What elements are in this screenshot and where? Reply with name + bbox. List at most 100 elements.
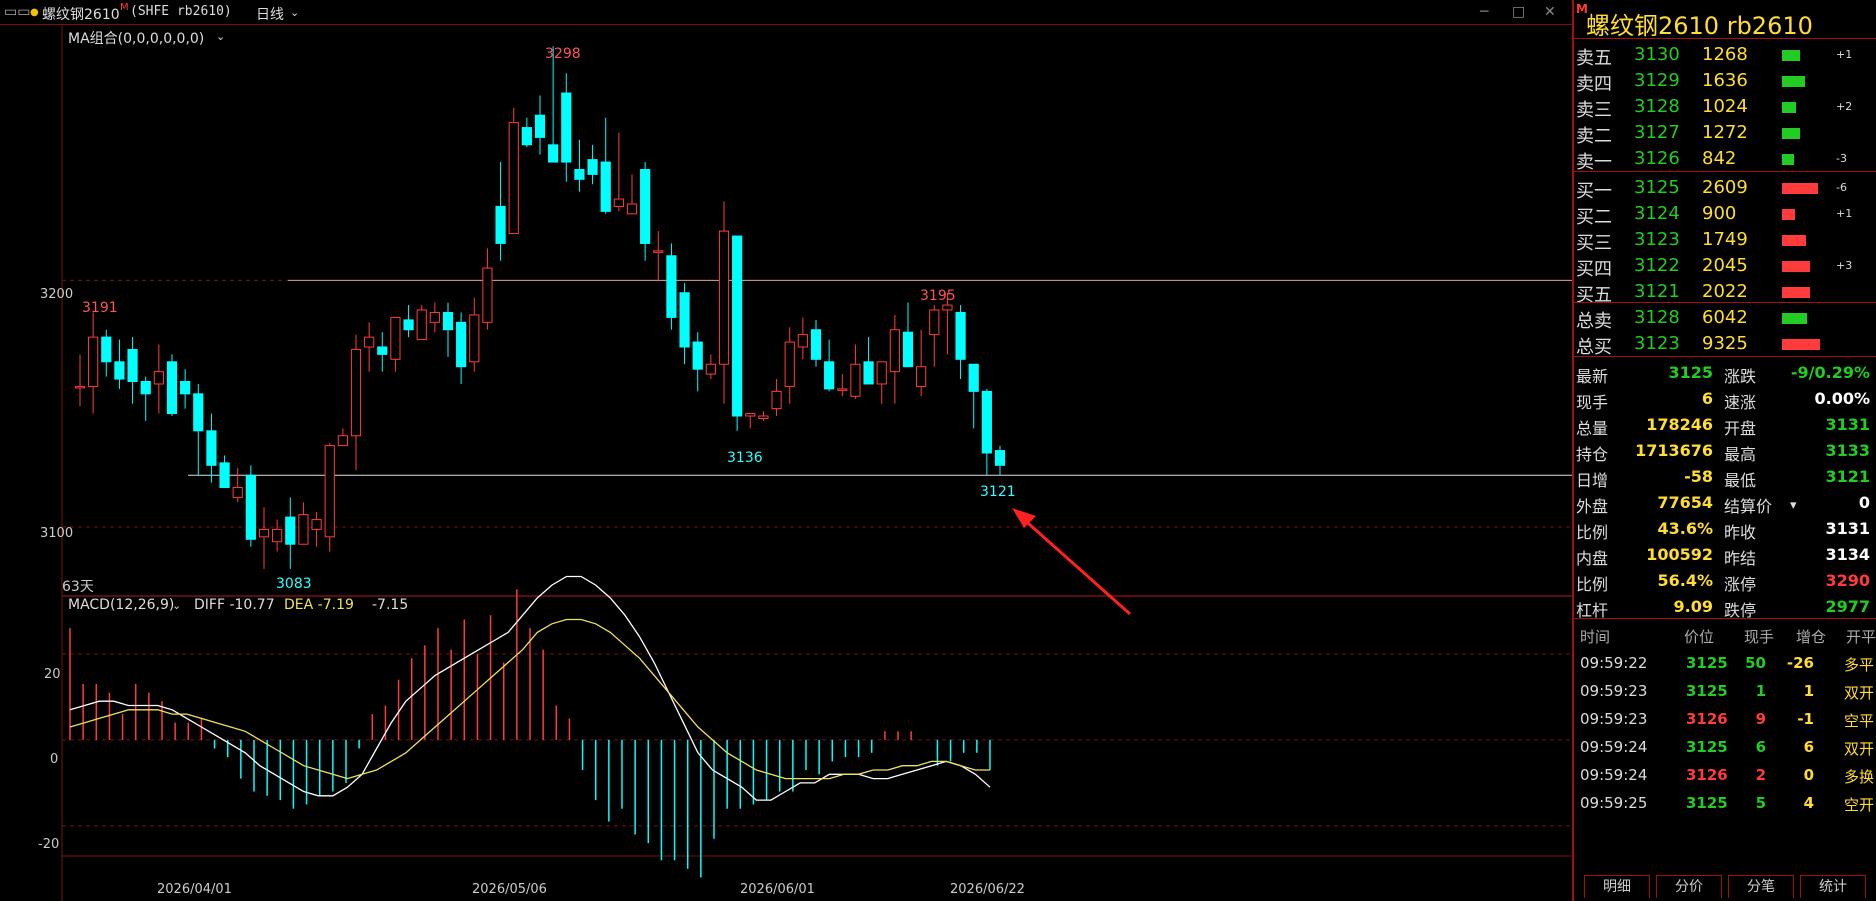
- ask-level[interactable]: 卖一 3126 842 -3: [1574, 146, 1876, 173]
- info-row: 日增 -58 最低 3121: [1574, 464, 1876, 490]
- ask-price: 3126: [1634, 148, 1680, 169]
- candle-down: [732, 235, 743, 417]
- bid-price: 3121: [1634, 281, 1680, 302]
- candle-down: [377, 346, 388, 355]
- kline-chart[interactable]: MA组合(0,0,0,0,0,0) ⌄ 63天 MACD(12,26,9) ⌄ …: [0, 24, 1580, 901]
- ask-volume: 1268: [1702, 44, 1748, 65]
- candle-up: [88, 336, 99, 387]
- info-value: 3131: [1825, 519, 1870, 538]
- period-select[interactable]: 日线: [256, 4, 284, 24]
- ask-label: 卖三: [1576, 100, 1612, 121]
- ask-level[interactable]: 卖三 3128 1024 +2: [1574, 94, 1876, 121]
- low-price-label: 3083: [276, 576, 312, 592]
- trade-type: 多换: [1844, 768, 1875, 786]
- info-value: 6: [1701, 389, 1713, 408]
- days-label: 63天: [62, 579, 94, 595]
- candle-down: [640, 168, 651, 244]
- total-label: 总卖: [1576, 311, 1612, 332]
- candle-down: [692, 341, 703, 370]
- trade-type: 双开: [1844, 740, 1875, 758]
- candle-down: [456, 321, 467, 368]
- candle-down: [245, 474, 256, 540]
- candle-down: [521, 127, 532, 146]
- ask-delta: -3: [1836, 152, 1847, 165]
- candle-up: [390, 316, 401, 360]
- minimize-icon[interactable]: ─: [1480, 4, 1488, 20]
- trade-row[interactable]: 09:59:25 3125 5 4 空开: [1574, 790, 1876, 818]
- bid-level[interactable]: 买四 3122 2045 +3: [1574, 253, 1876, 280]
- candle-up: [298, 514, 309, 545]
- ask-level[interactable]: 卖二 3127 1272: [1574, 120, 1876, 147]
- x-tick-0622: 2026/06/22: [950, 882, 1025, 897]
- macd-label[interactable]: MACD(12,26,9): [68, 597, 174, 613]
- trade-row[interactable]: 09:59:23 3126 9 -1 空平: [1574, 706, 1876, 734]
- trade-row[interactable]: 09:59:24 3126 2 0 多换: [1574, 762, 1876, 790]
- bid-volume-bar: [1782, 287, 1810, 298]
- tab-2[interactable]: 分笔: [1728, 875, 1794, 898]
- info-value: -9/0.29%: [1790, 363, 1870, 382]
- ask-volume: 842: [1702, 148, 1737, 169]
- arrow-head: [1012, 508, 1036, 528]
- candle-down: [442, 311, 454, 331]
- candle-down: [219, 462, 230, 489]
- info-key: 昨结: [1724, 549, 1757, 568]
- chevron-down-icon[interactable]: ⌄: [172, 599, 181, 612]
- ask-volume: 1272: [1702, 122, 1748, 143]
- bid-volume-bar: [1782, 209, 1795, 220]
- bid-volume: 900: [1702, 203, 1737, 224]
- trade-row[interactable]: 09:59:24 3125 6 6 双开: [1574, 734, 1876, 762]
- ask-price: 3127: [1634, 122, 1680, 143]
- trade-price: 3125: [1686, 654, 1728, 672]
- chevron-down-icon[interactable]: ⌄: [290, 6, 299, 19]
- trade-type: 双开: [1844, 684, 1875, 702]
- trade-row[interactable]: 09:59:22 3125 50 -26 多平: [1574, 650, 1876, 678]
- info-row: 外盘 77654 结算价 0: [1574, 490, 1876, 516]
- info-key: 开盘: [1724, 419, 1757, 438]
- x-tick-0601: 2026/06/01: [740, 882, 815, 897]
- bid-level[interactable]: 买三 3123 1749: [1574, 227, 1876, 254]
- info-value: 9.09: [1673, 597, 1713, 616]
- info-value: 3131: [1825, 415, 1870, 434]
- candle-up: [350, 348, 362, 437]
- candle-up: [469, 314, 480, 363]
- close-icon[interactable]: ✕: [1544, 4, 1556, 20]
- tab-3[interactable]: 统计: [1800, 875, 1866, 898]
- info-value: -58: [1684, 467, 1713, 486]
- annotation-arrow: [1019, 514, 1131, 616]
- ask-level[interactable]: 卖五 3130 1268 +1: [1574, 42, 1876, 69]
- info-value: 178246: [1646, 415, 1713, 434]
- info-value: 0: [1858, 493, 1870, 512]
- candle-down: [679, 292, 690, 348]
- candle-up: [745, 413, 756, 417]
- ma-label[interactable]: MA组合(0,0,0,0,0,0): [68, 28, 204, 48]
- candle-down: [285, 516, 296, 545]
- trade-row[interactable]: 09:59:23 3125 1 1 双开: [1574, 678, 1876, 706]
- info-row: 总量 178246 开盘 3131: [1574, 412, 1876, 438]
- chart-canvas[interactable]: [0, 24, 1580, 901]
- trade-qty: 6: [1755, 738, 1766, 756]
- macd-tick-neg20: -20: [38, 837, 60, 852]
- chevron-down-icon[interactable]: ▾: [1790, 498, 1797, 513]
- bid-volume-bar: [1782, 261, 1810, 272]
- bid-level[interactable]: 买一 3125 2609 -6: [1574, 175, 1876, 202]
- candle-down: [968, 363, 979, 392]
- ask-level[interactable]: 卖四 3129 1636: [1574, 68, 1876, 95]
- tab-1[interactable]: 分价: [1656, 875, 1722, 898]
- total-price: 3123: [1634, 333, 1680, 354]
- info-key: 涨跌: [1724, 367, 1757, 386]
- candle-down: [193, 393, 204, 432]
- info-value: 56.4%: [1657, 571, 1713, 590]
- trades-column-header: 开平: [1846, 628, 1876, 646]
- trade-qty: 1: [1755, 682, 1766, 700]
- x-tick-0401: 2026/04/01: [157, 882, 232, 897]
- ask-volume-bar: [1782, 50, 1800, 61]
- bid-level[interactable]: 买二 3124 900 +1: [1574, 201, 1876, 228]
- maximize-icon[interactable]: □: [1512, 4, 1525, 20]
- tab-0[interactable]: 明细: [1584, 875, 1650, 898]
- macd-tick-20: 20: [44, 667, 61, 682]
- chevron-down-icon[interactable]: ⌄: [216, 30, 225, 43]
- info-value: 3125: [1668, 363, 1713, 382]
- window-icon[interactable]: ▭▭: [4, 4, 30, 20]
- info-value: 43.6%: [1657, 519, 1713, 538]
- candle-up: [508, 122, 519, 235]
